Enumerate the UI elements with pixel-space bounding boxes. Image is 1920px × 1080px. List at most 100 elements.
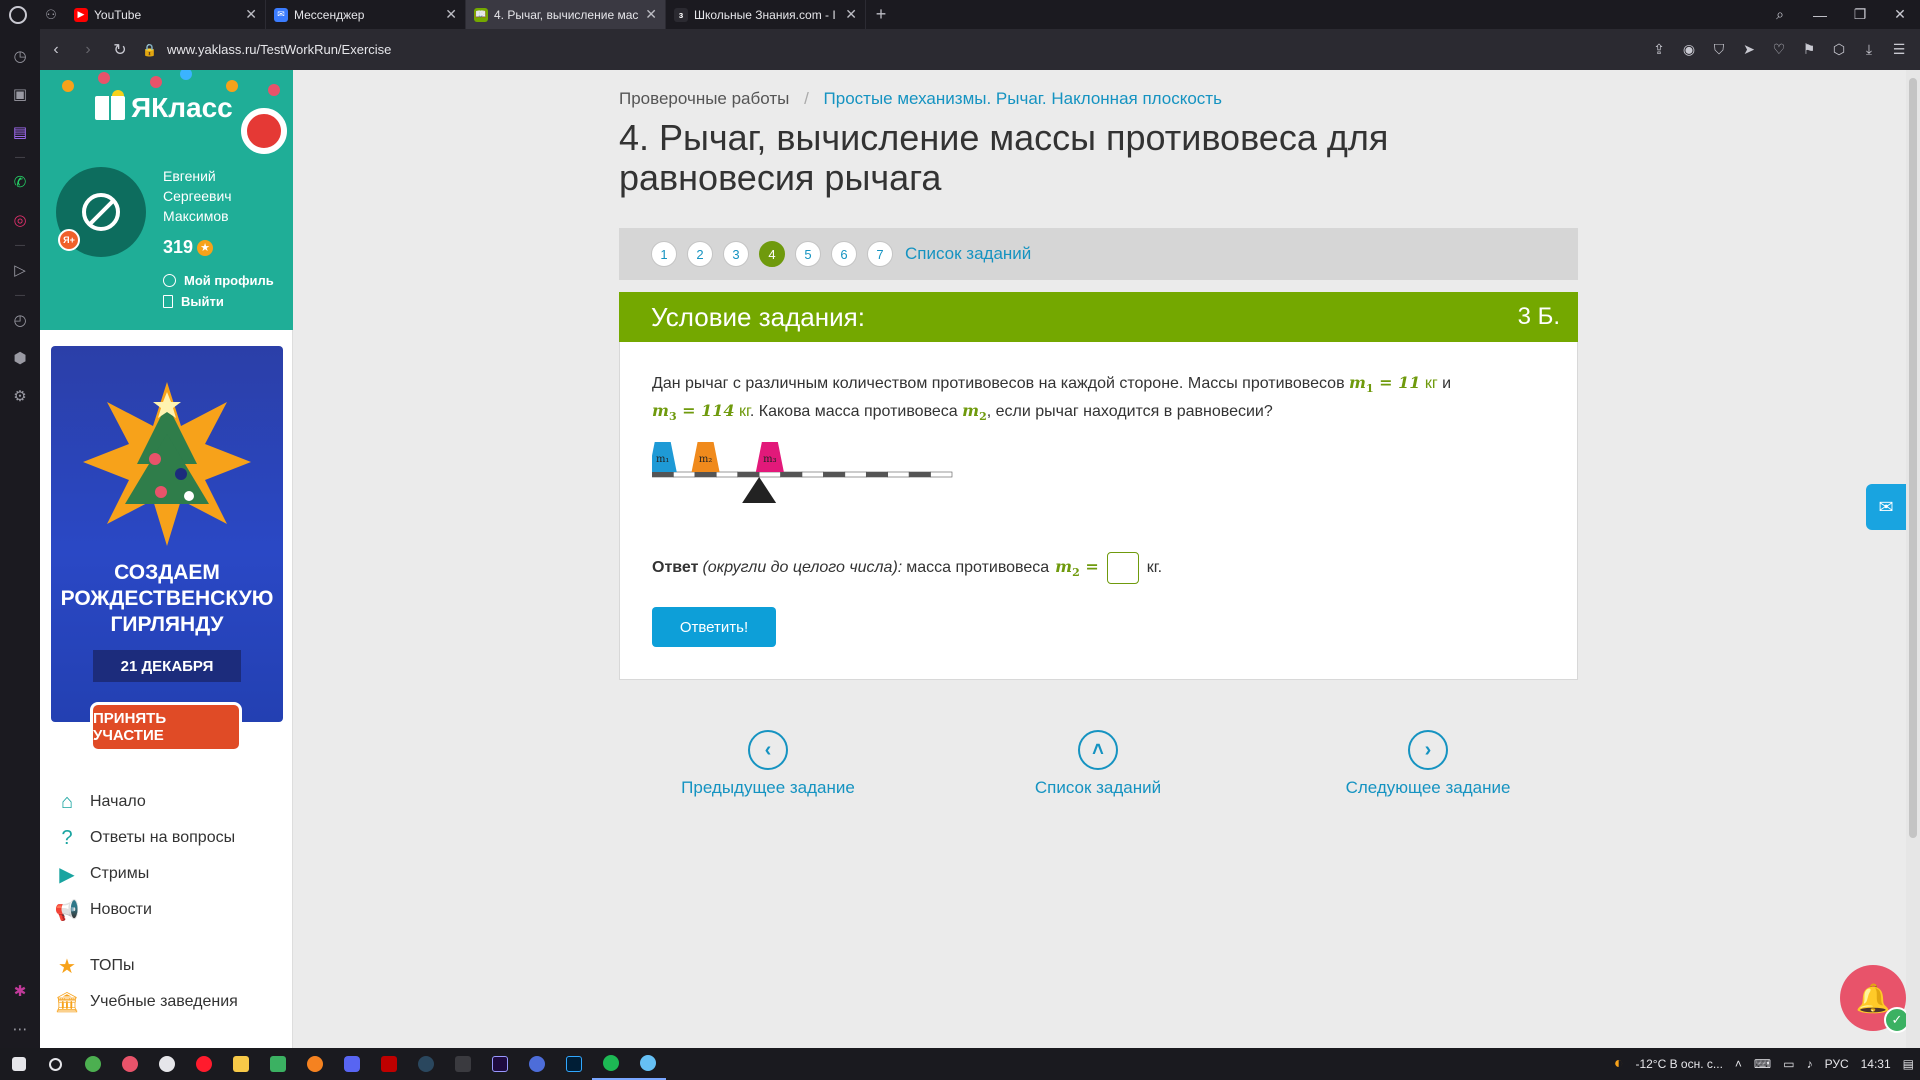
page-scrollbar[interactable]	[1906, 70, 1920, 1048]
breadcrumb-root[interactable]: Проверочные работы	[619, 89, 789, 108]
task-number-6[interactable]: 6	[831, 241, 857, 267]
search-tabs-icon[interactable]: ⌕	[1760, 6, 1800, 23]
sidebar-item[interactable]: ▤Предметы	[56, 1040, 238, 1049]
yandex-icon[interactable]	[148, 1048, 185, 1080]
opera-gx-icon[interactable]	[111, 1048, 148, 1080]
search-icon[interactable]	[37, 1048, 74, 1080]
new-tab-button[interactable]: +	[866, 4, 896, 25]
logout-link[interactable]: Выйти	[163, 294, 224, 309]
chrome-icon[interactable]	[74, 1048, 111, 1080]
bag-icon[interactable]: ▣	[0, 75, 40, 113]
download-icon[interactable]: ⤓	[1854, 41, 1884, 58]
steam-running-icon[interactable]	[629, 1048, 666, 1080]
close-window-button[interactable]: ✕	[1880, 6, 1920, 23]
christmas-banner[interactable]: СОЗДАЕМ РОЖДЕСТВЕНСКУЮ ГИРЛЯНДУ 21 ДЕКАБ…	[51, 346, 283, 722]
vpn-shield-icon[interactable]: ⛉	[1704, 41, 1734, 58]
workspaces-icon[interactable]: ⚇	[36, 7, 66, 23]
back-button[interactable]: ‹	[40, 41, 72, 59]
sidebar-item[interactable]: ▶ Стримы	[56, 856, 238, 892]
scrollbar-thumb[interactable]	[1909, 78, 1917, 838]
flag-icon[interactable]: ⚑	[1794, 41, 1824, 58]
easy-setup-icon[interactable]: ☰	[1884, 41, 1914, 58]
instagram-icon[interactable]: ◎	[0, 201, 40, 239]
network-icon[interactable]: ▭	[1783, 1057, 1794, 1071]
box-icon[interactable]: ⬡	[1824, 41, 1854, 58]
history-icon[interactable]: ◴	[0, 301, 40, 339]
browser-tab[interactable]: з Школьные Знания.com - I ✕	[666, 0, 866, 29]
language-indicator[interactable]: РУС	[1825, 1057, 1849, 1071]
share-icon[interactable]: ⇪	[1644, 41, 1674, 58]
sidebar-item[interactable]: 📢 Новости	[55, 892, 238, 928]
task-list-link[interactable]: ˄ Список заданий	[968, 730, 1228, 798]
next-task-link[interactable]: › Следующее задание	[1298, 730, 1558, 798]
feedback-mail-button[interactable]: ✉	[1866, 484, 1906, 530]
forward-button[interactable]: ›	[72, 41, 104, 59]
player-icon[interactable]: ▷	[0, 251, 40, 289]
snapshot-icon[interactable]: ◉	[1674, 41, 1704, 58]
steam-icon[interactable]	[407, 1048, 444, 1080]
previous-task-link[interactable]: ‹ Предыдущее задание	[638, 730, 898, 798]
lock-icon[interactable]: 🔒	[142, 43, 157, 57]
settings-icon[interactable]: ⚙	[0, 377, 40, 415]
opera-icon[interactable]	[185, 1048, 222, 1080]
close-tab-icon[interactable]: ✕	[245, 6, 257, 23]
live-icon[interactable]	[444, 1048, 481, 1080]
task-number-2[interactable]: 2	[687, 241, 713, 267]
photoshop-icon[interactable]	[555, 1048, 592, 1080]
sidebar-item[interactable]: 🏛 Учебные заведения	[54, 984, 238, 1020]
keyboard-icon[interactable]: ⌨	[1754, 1057, 1771, 1071]
vegas-icon[interactable]	[518, 1048, 555, 1080]
browser-tab[interactable]: ✉ Мессенджер ✕	[266, 0, 466, 29]
sidebar-item[interactable]: ? Ответы на вопросы	[56, 820, 238, 856]
weather-text[interactable]: -12°C В осн. с...	[1635, 1057, 1722, 1071]
minimize-button[interactable]: —	[1800, 7, 1840, 23]
submit-answer-button[interactable]: Ответить!	[652, 607, 776, 647]
close-tab-icon[interactable]: ✕	[445, 6, 457, 23]
close-tab-icon[interactable]: ✕	[645, 6, 657, 23]
explorer-icon[interactable]	[222, 1048, 259, 1080]
start-button[interactable]	[0, 1048, 37, 1080]
my-profile-link[interactable]: Мой профиль	[163, 273, 274, 288]
task-number-7[interactable]: 7	[867, 241, 893, 267]
weather-icon[interactable]: ◐	[1614, 1055, 1624, 1073]
task-list-link[interactable]: Список заданий	[905, 244, 1031, 264]
restore-button[interactable]: ❐	[1840, 6, 1880, 23]
twitch-icon[interactable]: ▤	[0, 113, 40, 151]
answer-input[interactable]	[1106, 552, 1139, 584]
tray-chevron-icon[interactable]: ˄	[1735, 1057, 1742, 1071]
reload-button[interactable]: ↻	[104, 40, 136, 60]
task-number-1[interactable]: 1	[651, 241, 677, 267]
send-icon[interactable]: ➤	[1734, 41, 1764, 58]
task-number-3[interactable]: 3	[723, 241, 749, 267]
after-effects-icon[interactable]	[481, 1048, 518, 1080]
sidebar-item[interactable]: ⌂ Начало	[56, 784, 238, 820]
shield-icon[interactable]	[259, 1048, 296, 1080]
volume-icon[interactable]: ♪	[1807, 1057, 1813, 1071]
browser-tab[interactable]: 📖 4. Рычаг, вычисление мас ✕	[466, 0, 666, 29]
heart-icon[interactable]: ♡	[1764, 41, 1794, 58]
cube-icon[interactable]: ⬢	[0, 339, 40, 377]
notifications-icon[interactable]: ▤	[1903, 1057, 1914, 1071]
breadcrumb-section[interactable]: Простые механизмы. Рычаг. Наклонная плос…	[824, 89, 1222, 108]
url-field[interactable]: www.yaklass.ru/TestWorkRun/Exercise	[167, 42, 391, 57]
task-number-5[interactable]: 5	[795, 241, 821, 267]
clock[interactable]: 14:31	[1861, 1057, 1891, 1071]
user-name[interactable]: Евгений Сергеевич Максимов	[163, 166, 283, 226]
participate-button[interactable]: ПРИНЯТЬ УЧАСТИЕ	[90, 702, 242, 752]
more-icon[interactable]: ⋯	[0, 1010, 40, 1048]
spotify-icon[interactable]	[592, 1048, 629, 1080]
task-number-4[interactable]: 4	[759, 241, 785, 267]
filezilla-icon[interactable]	[370, 1048, 407, 1080]
avast-icon[interactable]	[296, 1048, 333, 1080]
speed-dial-icon[interactable]: ◷	[0, 37, 40, 75]
close-tab-icon[interactable]: ✕	[845, 6, 857, 23]
yaklass-logo[interactable]: ЯКласс	[95, 92, 233, 124]
whatsapp-icon[interactable]: ✆	[0, 163, 40, 201]
avatar[interactable]: Я+	[56, 167, 146, 257]
extensions-icon[interactable]: ✱	[0, 972, 40, 1010]
notifications-bell-button[interactable]: 🔔 ✓	[1840, 965, 1910, 1033]
opera-menu-icon[interactable]	[0, 0, 36, 29]
discord-icon[interactable]	[333, 1048, 370, 1080]
browser-tab[interactable]: ▶ YouTube ✕	[66, 0, 266, 29]
sidebar-item[interactable]: ★ ТОПы	[56, 948, 238, 984]
